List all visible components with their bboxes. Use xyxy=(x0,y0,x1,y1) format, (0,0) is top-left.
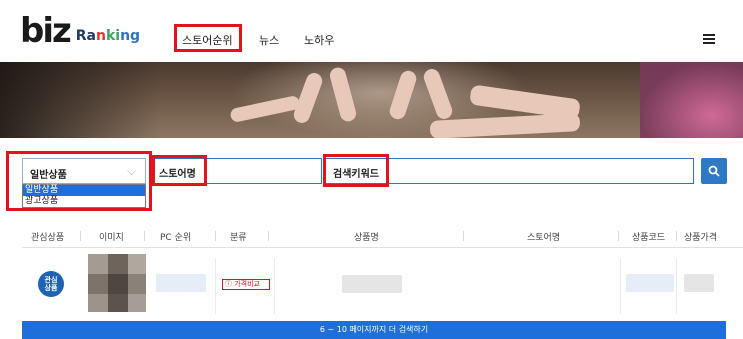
highlight-box-keyword xyxy=(323,154,389,187)
product-price-redacted xyxy=(684,274,714,292)
col-image: 이미지 xyxy=(99,233,124,243)
price-compare-tag[interactable]: ⓘ 가격비교 xyxy=(222,279,270,290)
product-thumbnail[interactable] xyxy=(88,254,146,312)
col-pc-rank: PC 순위 xyxy=(160,233,192,243)
hamburger-icon[interactable] xyxy=(703,34,715,44)
col-store-name: 스토어명 xyxy=(527,233,561,243)
header: biz Ranking 스토어순위 뉴스 노하우 xyxy=(0,0,743,62)
hero-banner-image xyxy=(0,62,743,138)
col-product-name: 상품명 xyxy=(354,233,379,243)
col-product-code: 상품코드 xyxy=(632,233,666,243)
biz-ranking-logo[interactable]: biz Ranking xyxy=(20,11,141,51)
col-category: 분류 xyxy=(230,233,247,243)
interest-product-badge[interactable]: 관심 상품 xyxy=(38,271,64,297)
logo-ranking-text: Ranking xyxy=(75,28,141,44)
logo-mark: biz xyxy=(20,11,72,51)
search-icon xyxy=(708,165,720,177)
col-interest: 관심상품 xyxy=(31,233,65,243)
highlight-box-nav xyxy=(174,24,242,52)
table-header: 관심상품 이미지 PC 순위 분류 상품명 스토어명 상품코드 상품가격 xyxy=(22,226,743,248)
pc-rank-value-redacted xyxy=(156,274,206,292)
search-more-pages-button[interactable]: 6 ~ 10 페이지까지 더 검색하기 xyxy=(22,321,726,339)
product-name-redacted xyxy=(342,275,402,293)
nav-knowhow[interactable]: 노하우 xyxy=(304,32,334,48)
highlight-box-select xyxy=(6,151,152,211)
col-product-price: 상품가격 xyxy=(684,233,718,243)
highlight-box-store xyxy=(152,155,207,186)
nav-news[interactable]: 뉴스 xyxy=(259,32,279,48)
product-code-redacted xyxy=(626,274,674,292)
search-button[interactable] xyxy=(701,158,727,184)
